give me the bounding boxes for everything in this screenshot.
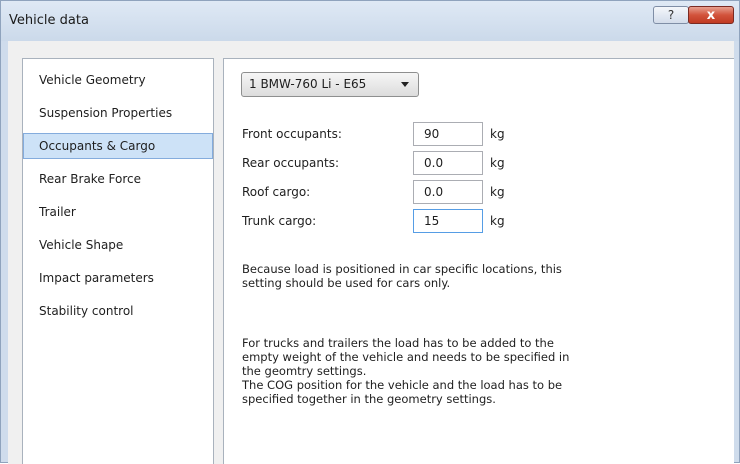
window-title: Vehicle data xyxy=(9,13,89,28)
rear-occupants-unit: kg xyxy=(490,156,505,170)
vehicle-data-dialog: Vehicle data ? x Vehicle Geometry Suspen… xyxy=(0,0,740,464)
trucks-trailers-note: For trucks and trailers the load has to … xyxy=(242,336,612,406)
close-icon: x xyxy=(706,7,716,23)
trucks-note-line: For trucks and trailers the load has to … xyxy=(242,336,554,350)
cars-only-note-line: Because load is positioned in car specif… xyxy=(242,262,562,276)
trucks-note-line: empty weight of the vehicle and needs to… xyxy=(242,350,570,364)
trunk-cargo-label: Trunk cargo: xyxy=(242,214,317,228)
vehicle-select-value: 1 BMW-760 Li - E65 xyxy=(249,77,367,91)
trucks-note-line: the geomtry settings. xyxy=(242,364,367,378)
occupants-cargo-panel: 1 BMW-760 Li - E65 Front occupants: 90 k… xyxy=(223,58,734,464)
title-bar[interactable]: Vehicle data ? x xyxy=(1,1,739,41)
category-list: Vehicle Geometry Suspension Properties O… xyxy=(22,58,214,464)
front-occupants-input[interactable]: 90 xyxy=(413,122,483,146)
front-occupants-label: Front occupants: xyxy=(242,127,342,141)
trunk-cargo-unit: kg xyxy=(490,214,505,228)
sidebar-item-trailer[interactable]: Trailer xyxy=(23,199,213,225)
sidebar-item-vehicle-geometry[interactable]: Vehicle Geometry xyxy=(23,67,213,93)
trucks-note-line: The COG position for the vehicle and the… xyxy=(242,378,563,392)
trucks-note-line: specified together in the geometry setti… xyxy=(242,392,496,406)
cars-only-note: Because load is positioned in car specif… xyxy=(242,262,612,290)
rear-occupants-label: Rear occupants: xyxy=(242,156,340,170)
sidebar-item-rear-brake-force[interactable]: Rear Brake Force xyxy=(23,166,213,192)
trunk-cargo-input[interactable]: 15 xyxy=(413,209,483,233)
close-button[interactable]: x xyxy=(688,6,734,24)
help-icon: ? xyxy=(667,8,675,22)
roof-cargo-unit: kg xyxy=(490,185,505,199)
dialog-body: Vehicle Geometry Suspension Properties O… xyxy=(8,41,734,464)
rear-occupants-input[interactable]: 0.0 xyxy=(413,151,483,175)
sidebar-item-stability-control[interactable]: Stability control xyxy=(23,298,213,324)
help-button[interactable]: ? xyxy=(653,6,689,24)
cars-only-note-line: setting should be used for cars only. xyxy=(242,276,451,290)
chevron-down-icon xyxy=(401,82,409,87)
sidebar-item-impact-parameters[interactable]: Impact parameters xyxy=(23,265,213,291)
sidebar-item-vehicle-shape[interactable]: Vehicle Shape xyxy=(23,232,213,258)
roof-cargo-input[interactable]: 0.0 xyxy=(413,180,483,204)
sidebar-item-suspension-properties[interactable]: Suspension Properties xyxy=(23,100,213,126)
sidebar-item-occupants-cargo[interactable]: Occupants & Cargo xyxy=(23,133,213,159)
front-occupants-unit: kg xyxy=(490,127,505,141)
vehicle-select[interactable]: 1 BMW-760 Li - E65 xyxy=(241,72,419,97)
roof-cargo-label: Roof cargo: xyxy=(242,185,311,199)
